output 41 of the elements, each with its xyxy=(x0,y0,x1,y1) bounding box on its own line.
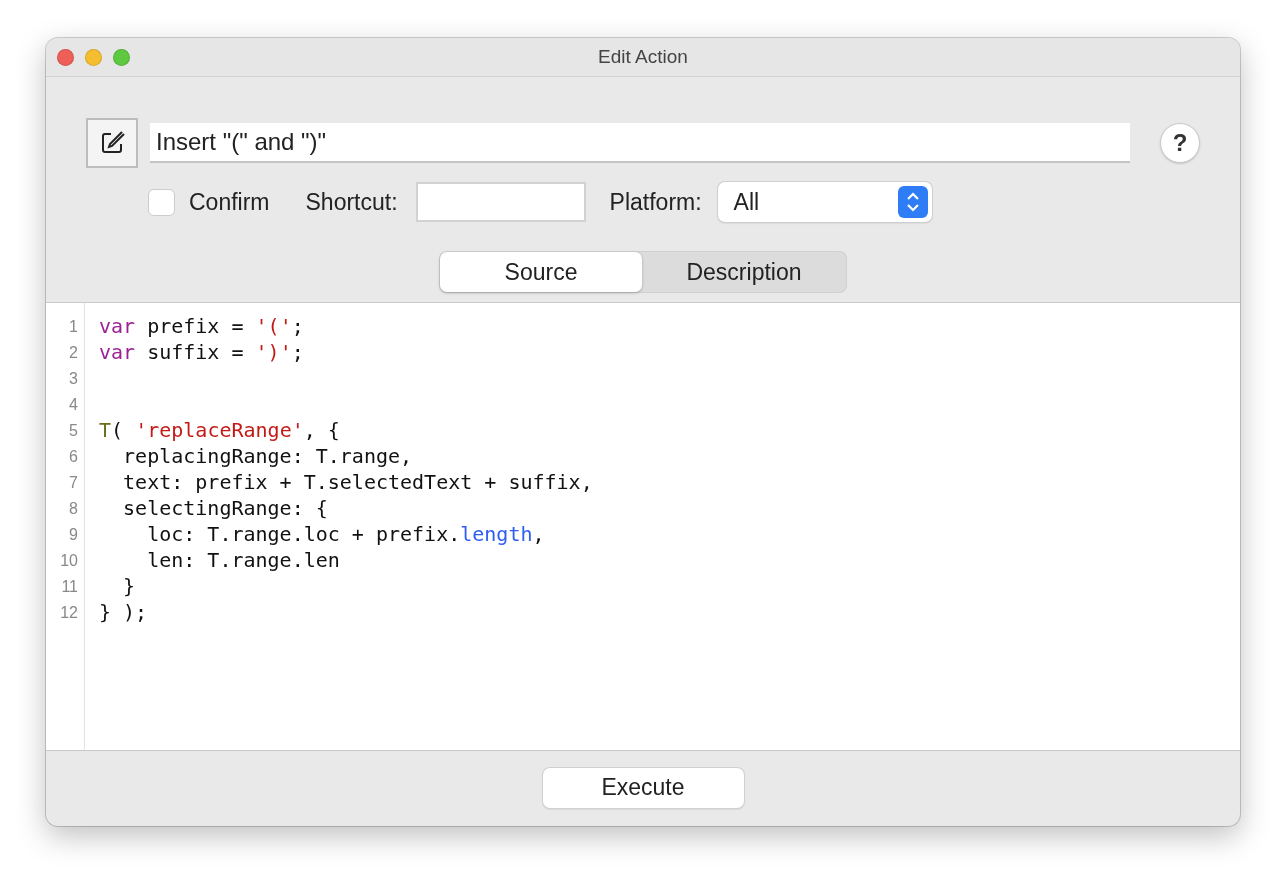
shortcut-label: Shortcut: xyxy=(305,188,398,216)
code-line: text: prefix + T.selectedText + suffix, xyxy=(122,470,593,496)
code-line: var prefix = '('; xyxy=(99,314,304,340)
line-number: 9 xyxy=(69,525,78,545)
line-number: 4 xyxy=(69,395,78,415)
zoom-button[interactable] xyxy=(113,49,130,66)
platform-label: Platform: xyxy=(609,188,702,216)
code-line: loc: T.range.loc + prefix.length, xyxy=(146,522,545,548)
line-number: 11 xyxy=(61,577,78,597)
platform-popup[interactable]: All xyxy=(717,182,932,222)
pencil-square-icon xyxy=(99,130,125,156)
code-line: } xyxy=(122,574,136,600)
line-number: 10 xyxy=(60,551,78,571)
line-number: 2 xyxy=(69,343,78,363)
tab[interactable]: Source xyxy=(440,252,642,292)
help-button[interactable]: ? xyxy=(1160,123,1200,163)
minimize-button[interactable] xyxy=(85,49,102,66)
action-name-field[interactable]: Insert "(" and ")" xyxy=(150,123,1130,163)
line-number: 6 xyxy=(69,447,78,467)
code-line: var suffix = ')'; xyxy=(99,340,304,366)
line-number: 5 xyxy=(69,421,78,441)
confirm-checkbox[interactable] xyxy=(148,188,175,216)
line-number: 3 xyxy=(69,369,78,389)
code-line: len: T.range.len xyxy=(146,548,340,574)
edit-icon-button[interactable] xyxy=(86,118,138,168)
code-line: } ); xyxy=(99,600,148,626)
stepper-icon xyxy=(897,186,928,218)
shortcut-field[interactable] xyxy=(415,182,586,222)
code-line: replacingRange: T.range, xyxy=(122,444,413,470)
execute-button[interactable]: Execute xyxy=(542,767,744,808)
close-button[interactable] xyxy=(57,49,74,66)
line-number: 8 xyxy=(69,499,78,519)
line-number: 7 xyxy=(69,473,78,493)
confirm-label: Confirm xyxy=(189,188,270,216)
tab[interactable]: Description xyxy=(642,252,846,292)
code-line: selectingRange: { xyxy=(122,496,328,522)
line-number: 1 xyxy=(69,317,78,337)
code-line: T( 'replaceRange', { xyxy=(99,418,340,444)
window-title: Edit Action xyxy=(598,46,688,68)
line-number: 12 xyxy=(60,603,78,623)
code-editor[interactable] xyxy=(46,303,1240,751)
